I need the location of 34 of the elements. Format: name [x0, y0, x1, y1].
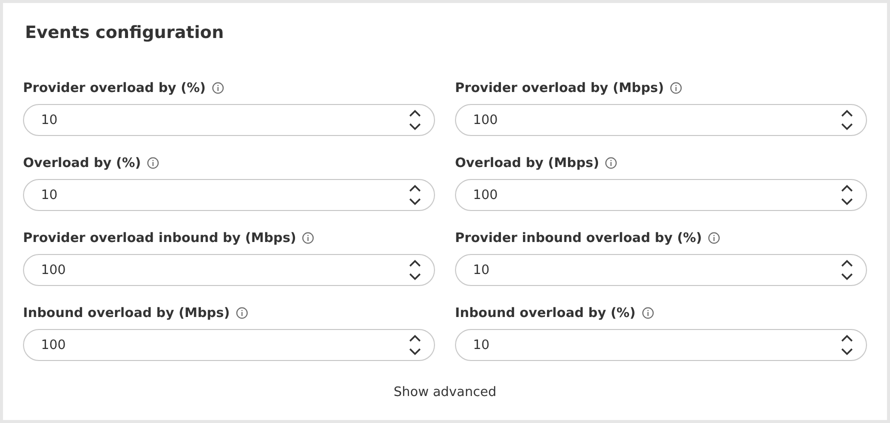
spinner-icon[interactable]	[408, 259, 422, 281]
field-label: Inbound overload by (Mbps)	[23, 306, 230, 320]
info-icon	[605, 157, 618, 169]
number-field[interactable]: 100	[455, 104, 867, 136]
section-title: Events configuration	[25, 22, 225, 45]
field-label: Inbound overload by (%)	[455, 306, 636, 320]
field-label: Provider overload by (%)	[23, 80, 206, 96]
info-icon	[670, 82, 682, 94]
field-label: Overload by (%)	[23, 156, 141, 170]
info-icon	[708, 232, 720, 244]
info-icon	[642, 307, 654, 319]
field-label: Provider overload by (Mbps)	[455, 80, 664, 96]
number-field[interactable]: 10	[455, 254, 867, 286]
info-icon	[146, 157, 159, 169]
number-field[interactable]: 100	[23, 329, 435, 361]
spinner-icon[interactable]	[408, 184, 422, 206]
spinner-icon[interactable]	[840, 259, 854, 281]
field-label: Provider overload inbound by (Mbps)	[23, 230, 296, 246]
spinner-icon[interactable]	[840, 334, 854, 356]
spinner-icon[interactable]	[840, 109, 854, 131]
info-icon	[302, 232, 314, 244]
number-field[interactable]: 10	[23, 104, 435, 136]
number-field[interactable]: 100	[455, 179, 867, 211]
info-icon	[212, 82, 224, 94]
field-label: Provider inbound overload by (%)	[455, 230, 702, 246]
number-field[interactable]: 10	[23, 179, 435, 211]
field-label: Overload by (Mbps)	[455, 156, 600, 170]
info-icon	[236, 307, 248, 319]
spinner-icon[interactable]	[408, 109, 422, 131]
spinner-icon[interactable]	[840, 184, 854, 206]
number-field[interactable]: 10	[455, 329, 867, 361]
number-field[interactable]: 100	[23, 254, 435, 286]
show-advanced-link[interactable]: Show advanced	[394, 385, 496, 400]
spinner-icon[interactable]	[408, 334, 422, 356]
